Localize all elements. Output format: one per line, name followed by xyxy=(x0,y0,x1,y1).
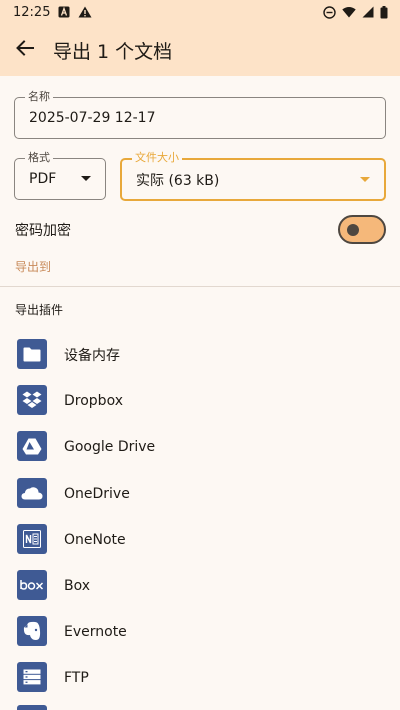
name-field-value: 2025-07-29 12-17 xyxy=(29,110,156,126)
plugin-label: 设备内存 xyxy=(64,348,120,365)
onedrive-icon xyxy=(17,477,47,508)
arrow-back-icon xyxy=(16,40,34,60)
dropbox-icon xyxy=(17,385,47,416)
folder-icon xyxy=(17,339,47,369)
plugin-item-dropbox[interactable]: Dropbox xyxy=(0,378,400,424)
plugin-label: Dropbox xyxy=(64,393,123,410)
toggle-knob xyxy=(347,224,359,236)
signal-icon xyxy=(362,6,374,18)
format-dropdown-value: PDF xyxy=(29,171,57,187)
password-encryption-toggle[interactable] xyxy=(338,215,386,244)
google-drive-icon xyxy=(17,431,47,462)
password-encryption-label: 密码加密 xyxy=(15,223,71,239)
ftp-icon xyxy=(17,662,47,693)
plugin-item-onenote[interactable]: OneNote xyxy=(0,517,400,563)
dropdown-arrow-icon xyxy=(81,176,91,181)
plugin-label: OneDrive xyxy=(64,485,130,502)
plugin-list: 设备内存 Dropbox Google Drive OneDrive OneNo… xyxy=(0,332,400,702)
plugin-label: Google Drive xyxy=(64,439,156,456)
plugin-item-ftp[interactable]: FTP xyxy=(0,655,400,701)
do-not-disturb-icon xyxy=(323,5,336,19)
format-dropdown[interactable]: 格式 PDF xyxy=(14,151,106,200)
status-bar: 12:25 xyxy=(0,0,400,24)
name-field[interactable]: 名称 2025-07-29 12-17 xyxy=(14,90,386,139)
battery-icon xyxy=(380,5,388,19)
plugin-icon-partial xyxy=(17,705,47,710)
plugin-item-box[interactable]: Box xyxy=(0,563,400,609)
app-bar: 导出 1 个文档 xyxy=(0,24,400,76)
onenote-icon xyxy=(17,523,47,554)
plugin-item-google-drive[interactable]: Google Drive xyxy=(0,424,400,470)
back-button[interactable] xyxy=(0,24,50,76)
plugin-item-evernote[interactable]: Evernote xyxy=(0,609,400,655)
plugin-label: Evernote xyxy=(64,624,127,641)
plugin-label: Box xyxy=(64,578,91,595)
export-to-label[interactable]: 导出到 xyxy=(15,258,51,275)
box-icon xyxy=(17,569,47,600)
export-plugins-title: 导出插件 xyxy=(15,303,64,317)
plugin-item-device-storage[interactable]: 设备内存 xyxy=(0,332,400,378)
status-time: 12:25 xyxy=(13,4,51,20)
evernote-icon xyxy=(17,616,47,647)
status-bar-right xyxy=(323,5,388,19)
plugin-item-onedrive[interactable]: OneDrive xyxy=(0,471,400,517)
plugin-label: OneNote xyxy=(64,531,126,548)
wifi-icon xyxy=(342,6,356,18)
page-title: 导出 1 个文档 xyxy=(53,40,173,63)
status-bar-left: 12:25 xyxy=(13,5,92,20)
notification-a-icon xyxy=(58,6,70,18)
divider xyxy=(0,286,400,287)
plugin-label: FTP xyxy=(64,670,89,687)
file-size-dropdown[interactable]: 文件大小 实际 (63 kB) xyxy=(120,151,386,201)
dropdown-arrow-icon xyxy=(360,176,370,182)
file-size-dropdown-value: 实际 (63 kB) xyxy=(136,172,220,189)
warning-icon xyxy=(78,6,92,18)
